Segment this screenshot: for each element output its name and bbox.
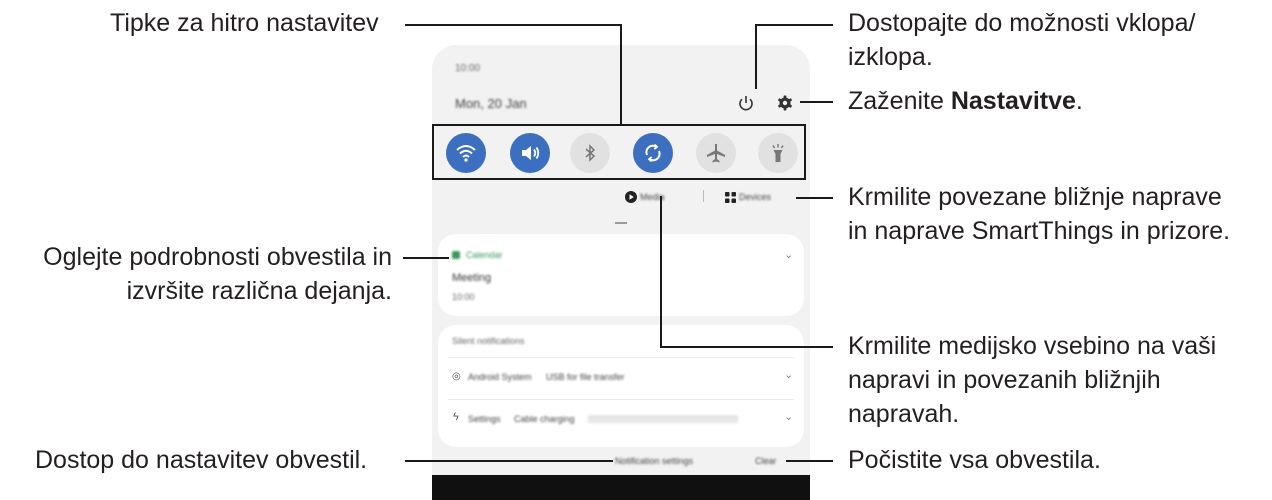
callout-devices-line2: in naprave SmartThings in prizore.	[848, 217, 1231, 245]
callout-quick-settings: Tipke za hitro nastavitev	[110, 9, 379, 37]
callout-line	[660, 346, 833, 348]
notification-app: Calendar	[466, 250, 503, 260]
clear-button[interactable]: Clear	[755, 456, 777, 466]
callout-devices: Krmilite povezane bližnje naprave in nap…	[848, 180, 1230, 248]
silent-item-app: Android System	[468, 372, 532, 382]
callout-line	[755, 24, 833, 26]
callout-settings-prefix: Zaženite	[848, 87, 951, 115]
gear-icon[interactable]	[776, 94, 794, 112]
media-play-icon[interactable]	[625, 191, 637, 203]
silent-item[interactable]: ϟ Settings Cable charging ⌄	[438, 400, 804, 440]
callout-line	[800, 101, 833, 103]
expand-chevron-icon[interactable]: ⌄	[784, 248, 793, 261]
redacted-text	[588, 415, 738, 423]
devices-button[interactable]: Devices	[739, 192, 771, 202]
silent-item-text: USB for file transfer	[546, 372, 625, 382]
silent-notifications-card: Silent notifications ◎ Android System US…	[438, 325, 804, 447]
callout-line	[403, 257, 449, 259]
callout-line	[755, 24, 757, 89]
devices-grid-icon[interactable]	[725, 192, 736, 203]
notification-title: Meeting	[452, 272, 492, 284]
media-divider	[703, 190, 704, 202]
callout-line	[660, 196, 662, 348]
callout-devices-line1: Krmilite povezane bližnje naprave	[848, 183, 1222, 211]
callout-media-line1: Krmilite medijsko vsebino na vaši	[848, 332, 1217, 360]
expand-chevron-icon[interactable]: ⌄	[784, 368, 793, 381]
callout-settings-suffix: .	[1075, 87, 1083, 115]
silent-item-app: Settings	[468, 414, 501, 424]
callout-notification: Oglejte podrobnosti obvestila in izvršit…	[43, 240, 392, 308]
callout-media-line2: napravi in povezanih bližnjih	[848, 366, 1161, 394]
notification-settings-button[interactable]: Notification settings	[615, 456, 693, 466]
callout-settings-bold: Nastavitve	[950, 87, 1076, 115]
home-screen-background	[432, 475, 810, 500]
callout-notification-settings: Dostop do nastavitev obvestil.	[35, 446, 368, 474]
callout-line	[796, 197, 833, 199]
status-time: 10:00	[455, 63, 481, 74]
silent-header: Silent notifications	[452, 336, 525, 346]
silent-item-text: Cable charging	[514, 414, 575, 424]
callout-clear: Počistite vsa obvestila.	[848, 446, 1101, 474]
notification-time: 10:00	[452, 292, 475, 302]
android-system-icon: ◎	[452, 371, 461, 382]
media-devices-row: Media Devices	[432, 188, 810, 210]
callout-settings: Zaženite Nastavitve.	[848, 84, 1083, 118]
callout-line	[405, 460, 613, 462]
callout-power-line2: izklopa.	[848, 43, 933, 71]
silent-item[interactable]: ◎ Android System USB for file transfer ⌄	[438, 358, 804, 398]
callout-power: Dostopajte do možnosti vklopa/ izklopa.	[848, 6, 1195, 74]
panel-handle[interactable]	[615, 222, 627, 224]
callout-line	[786, 460, 833, 462]
callout-line	[620, 24, 622, 125]
charging-icon: ϟ	[453, 411, 459, 423]
callout-power-line1: Dostopajte do možnosti vklopa/	[848, 9, 1196, 37]
callout-media: Krmilite medijsko vsebino na vaši naprav…	[848, 329, 1216, 431]
callout-line	[405, 24, 622, 26]
date-label: Mon, 20 Jan	[455, 96, 527, 111]
notification-card[interactable]: Calendar Meeting 10:00 ⌄	[438, 234, 804, 316]
power-icon[interactable]	[737, 94, 755, 112]
expand-chevron-icon[interactable]: ⌄	[784, 410, 793, 423]
callout-media-line3: napravah.	[848, 400, 960, 428]
callout-notification-line1: Oglejte podrobnosti obvestila in	[43, 243, 392, 271]
calendar-app-icon	[452, 251, 460, 259]
callout-notification-line2: izvršite različna dejanja.	[126, 277, 392, 305]
quick-settings-highlight	[432, 124, 806, 180]
